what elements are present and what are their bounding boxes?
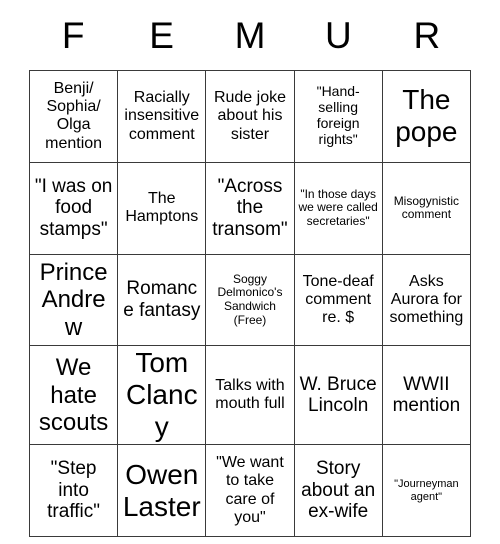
header-letter-4: R bbox=[413, 14, 441, 56]
bingo-row: "I was on food stamps" The Hamptons "Acr… bbox=[28, 161, 472, 255]
bingo-cell[interactable]: Owen Laster bbox=[117, 444, 207, 537]
bingo-cell[interactable]: Tone-deaf comment re. $ bbox=[293, 253, 383, 347]
bingo-cell[interactable]: "In those days we were called secretarie… bbox=[293, 161, 383, 255]
bingo-cell[interactable]: Talks with mouth full bbox=[205, 345, 295, 446]
bingo-header: F E M U R bbox=[29, 0, 471, 70]
bingo-card: F E M U R Benji/ Sophia/ Olga mention Ra… bbox=[28, 0, 472, 537]
bingo-cell[interactable]: The pope bbox=[381, 70, 472, 163]
header-letter-0: F bbox=[61, 14, 85, 56]
bingo-cell[interactable]: The Hamptons bbox=[117, 161, 207, 255]
bingo-cell[interactable]: "Journeyman agent" bbox=[381, 444, 472, 537]
bingo-cell[interactable]: Racially insensitive comment bbox=[117, 70, 207, 163]
bingo-cell[interactable]: Misogynistic comment bbox=[381, 161, 472, 255]
bingo-cell[interactable]: "Hand-selling foreign rights" bbox=[293, 70, 383, 163]
bingo-cell[interactable]: "We want to take care of you" bbox=[205, 444, 295, 537]
header-letter-1: E bbox=[149, 14, 174, 56]
bingo-cell[interactable]: We hate scouts bbox=[28, 345, 119, 446]
bingo-cell[interactable]: Prince Andrew bbox=[28, 253, 119, 347]
bingo-cell[interactable]: Romance fantasy bbox=[117, 253, 207, 347]
bingo-cell[interactable]: "Across the transom" bbox=[205, 161, 295, 255]
bingo-cell[interactable]: Asks Aurora for something bbox=[381, 253, 472, 347]
bingo-row: Prince Andrew Romance fantasy Soggy Delm… bbox=[28, 253, 472, 347]
bingo-cell[interactable]: Benji/ Sophia/ Olga mention bbox=[28, 70, 119, 163]
bingo-cell[interactable]: "I was on food stamps" bbox=[28, 161, 119, 255]
header-letter-2: M bbox=[234, 14, 266, 56]
bingo-cell[interactable]: "Step into traffic" bbox=[28, 444, 119, 537]
bingo-cell[interactable]: W. Bruce Lincoln bbox=[293, 345, 383, 446]
bingo-row: We hate scouts Tom Clancy Talks with mou… bbox=[28, 345, 472, 446]
bingo-cell[interactable]: WWII mention bbox=[381, 345, 472, 446]
bingo-cell[interactable]: Soggy Delmonico's Sandwich (Free) bbox=[205, 253, 295, 347]
bingo-cell[interactable]: Rude joke about his sister bbox=[205, 70, 295, 163]
bingo-cell[interactable]: Story about an ex-wife bbox=[293, 444, 383, 537]
bingo-row: Benji/ Sophia/ Olga mention Racially ins… bbox=[28, 70, 472, 163]
header-letter-3: U bbox=[325, 14, 352, 56]
bingo-cell[interactable]: Tom Clancy bbox=[117, 345, 207, 446]
bingo-row: "Step into traffic" Owen Laster "We want… bbox=[28, 444, 472, 537]
bingo-grid: Benji/ Sophia/ Olga mention Racially ins… bbox=[28, 70, 472, 537]
